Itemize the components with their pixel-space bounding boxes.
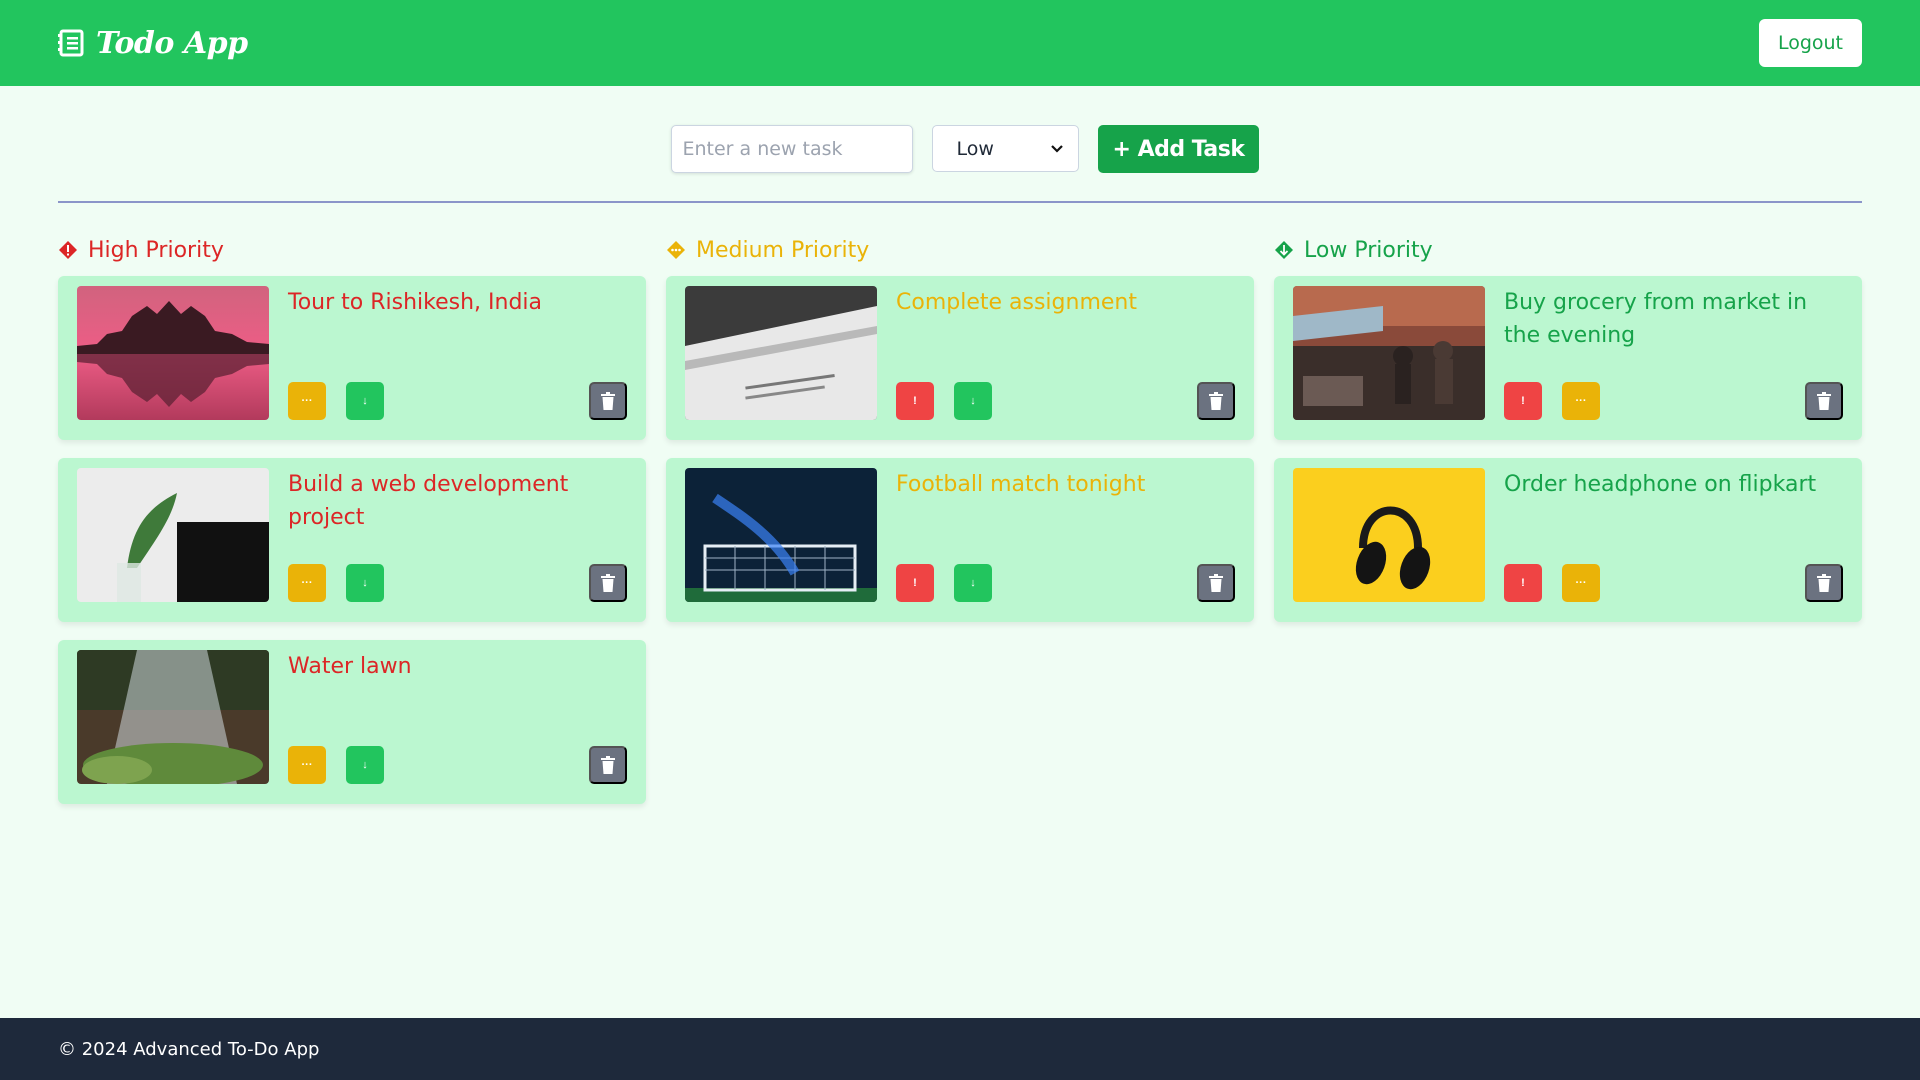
- priority-high-button[interactable]: !: [1504, 382, 1542, 420]
- column-header: High Priority: [58, 232, 646, 268]
- trash-icon: [601, 574, 615, 592]
- column-title: Low Priority: [1304, 237, 1433, 263]
- footer-text: © 2024 Advanced To-Do App: [58, 1038, 320, 1060]
- add-task-button[interactable]: + Add Task: [1098, 125, 1259, 173]
- column-header: Low Priority: [1274, 232, 1862, 268]
- task-image: [77, 650, 269, 784]
- task-title: Buy grocery from market in the evening: [1504, 290, 1808, 348]
- priority-low-button[interactable]: ↓: [954, 564, 992, 602]
- high-priority-column: High Priority Tour to Rishikesh, India ·…: [58, 232, 646, 822]
- down-arrow-diamond-icon: [1275, 241, 1293, 259]
- column-title: High Priority: [88, 237, 224, 263]
- task-title: Water lawn: [288, 654, 412, 679]
- footer: © 2024 Advanced To-Do App: [0, 1018, 1920, 1080]
- logout-button[interactable]: Logout: [1758, 19, 1862, 67]
- priority-medium-button[interactable]: ···: [1562, 564, 1600, 602]
- delete-button[interactable]: [1805, 382, 1843, 420]
- task-card: Tour to Rishikesh, India ··· ↓: [58, 276, 646, 440]
- divider: [58, 201, 1862, 203]
- task-card: Build a web development project ··· ↓: [58, 458, 646, 622]
- task-card: Football match tonight ! ↓: [666, 458, 1254, 622]
- trash-icon: [1817, 574, 1831, 592]
- task-image: [1293, 468, 1485, 602]
- delete-button[interactable]: [589, 746, 627, 784]
- task-title: Complete assignment: [896, 290, 1137, 315]
- trash-icon: [1817, 392, 1831, 410]
- trash-icon: [601, 392, 615, 410]
- priority-medium-button[interactable]: ···: [288, 564, 326, 602]
- task-title: Order headphone on flipkart: [1504, 472, 1817, 497]
- priority-medium-button[interactable]: ···: [1562, 382, 1600, 420]
- new-task-input[interactable]: [671, 125, 914, 173]
- delete-button[interactable]: [1197, 564, 1235, 602]
- priority-high-button[interactable]: !: [1504, 564, 1542, 602]
- task-image: [1293, 286, 1485, 420]
- medium-priority-column: Medium Priority Complete assignment ! ↓ …: [666, 232, 1254, 640]
- column-header: Medium Priority: [666, 232, 1254, 268]
- dots-diamond-icon: [667, 241, 685, 259]
- task-image: [685, 286, 877, 420]
- task-title: Build a web development project: [288, 472, 569, 530]
- priority-medium-button[interactable]: ···: [288, 382, 326, 420]
- task-card: Complete assignment ! ↓: [666, 276, 1254, 440]
- delete-button[interactable]: [1197, 382, 1235, 420]
- brand: Todo App: [58, 26, 248, 61]
- column-title: Medium Priority: [696, 237, 870, 263]
- priority-high-button[interactable]: !: [896, 564, 934, 602]
- priority-select-value: Low: [956, 137, 994, 160]
- low-priority-column: Low Priority Buy grocery from market in …: [1274, 232, 1862, 640]
- delete-button[interactable]: [589, 564, 627, 602]
- trash-icon: [1209, 574, 1223, 592]
- task-image: [77, 286, 269, 420]
- priority-low-button[interactable]: ↓: [954, 382, 992, 420]
- task-image: [685, 468, 877, 602]
- delete-button[interactable]: [1805, 564, 1843, 602]
- chevron-down-icon: [1051, 144, 1064, 153]
- trash-icon: [601, 756, 615, 774]
- trash-icon: [1209, 392, 1223, 410]
- task-title: Tour to Rishikesh, India: [288, 290, 543, 315]
- task-card: Buy grocery from market in the evening !…: [1274, 276, 1862, 440]
- priority-high-button[interactable]: !: [896, 382, 934, 420]
- task-image: [77, 468, 269, 602]
- task-title: Football match tonight: [896, 472, 1146, 497]
- task-card: Order headphone on flipkart ! ···: [1274, 458, 1862, 622]
- priority-low-button[interactable]: ↓: [346, 382, 384, 420]
- app-header: Todo App Logout: [0, 0, 1920, 86]
- delete-button[interactable]: [589, 382, 627, 420]
- priority-medium-button[interactable]: ···: [288, 746, 326, 784]
- priority-low-button[interactable]: ↓: [346, 564, 384, 602]
- task-card: Water lawn ··· ↓: [58, 640, 646, 804]
- exclamation-diamond-icon: [59, 241, 77, 259]
- notebook-icon: [58, 29, 84, 57]
- priority-select[interactable]: Low: [932, 125, 1080, 172]
- app-title: Todo App: [96, 25, 248, 61]
- add-task-form: Low + Add Task: [0, 125, 1920, 173]
- priority-low-button[interactable]: ↓: [346, 746, 384, 784]
